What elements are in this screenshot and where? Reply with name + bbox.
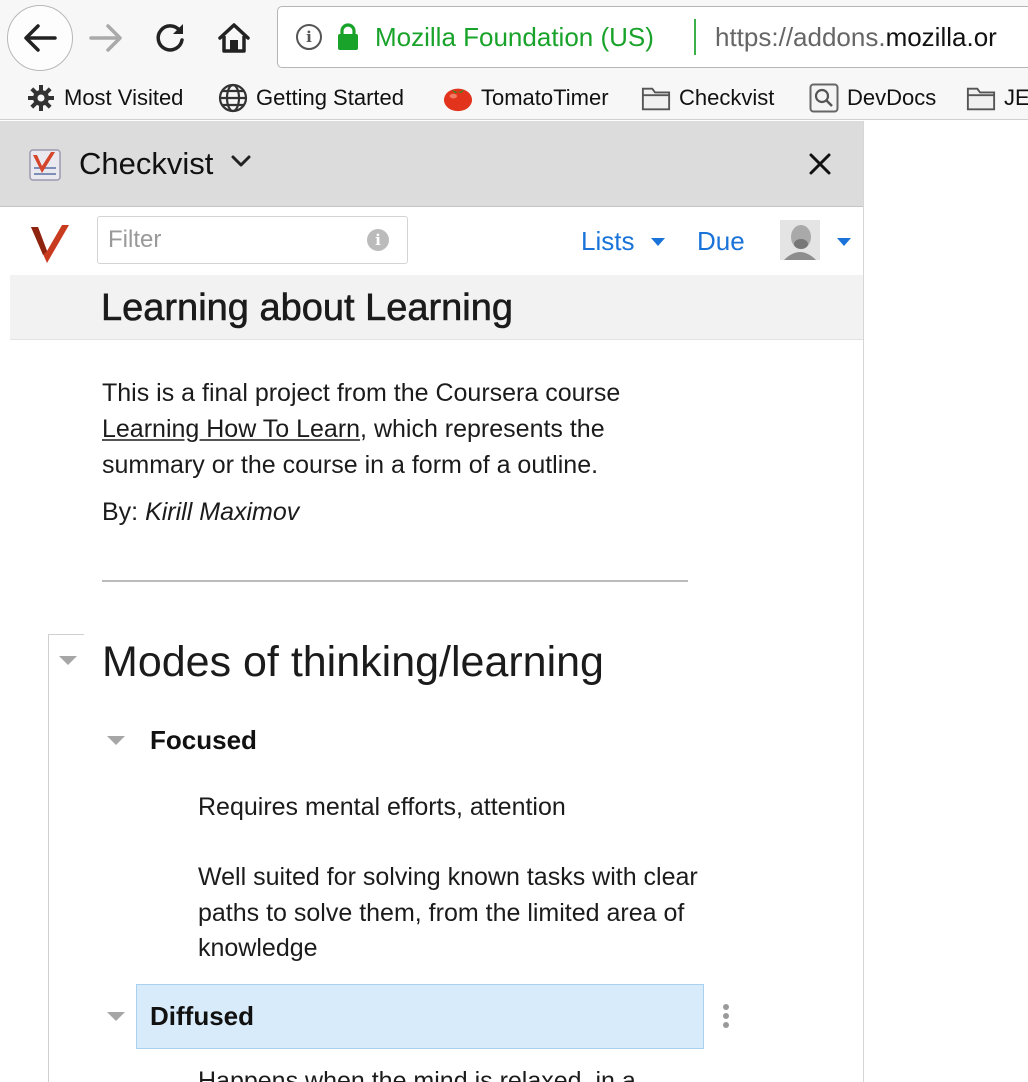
bookmark-checkvist[interactable]: Checkvist — [641, 82, 774, 114]
url-separator — [694, 19, 696, 55]
collapse-triangle-icon[interactable] — [59, 656, 77, 665]
bookmark-label: JE — [1004, 85, 1028, 110]
checkvist-logo[interactable] — [29, 219, 71, 269]
arrow-right-icon — [89, 24, 122, 52]
globe-icon — [218, 83, 248, 113]
outline-note[interactable]: Happens when the mind is relaxed, in a — [198, 1064, 718, 1082]
back-button[interactable] — [7, 5, 73, 71]
outline-item-focused[interactable]: Focused — [150, 725, 257, 756]
outline-heading[interactable]: Modes of thinking/learning — [102, 638, 604, 687]
chevron-down-icon[interactable] — [230, 153, 252, 169]
due-button[interactable]: Due — [697, 226, 745, 257]
user-photo-icon — [780, 220, 820, 260]
outline-bracket — [48, 634, 84, 1082]
description-text: This is a final project from the Courser… — [102, 379, 621, 407]
bookmark-label: DevDocs — [847, 85, 937, 110]
bookmarks-bar: Most Visited Getting Started TomatoTimer — [0, 76, 1028, 120]
bookmark-label: Checkvist — [679, 85, 775, 110]
page-content-area — [863, 121, 1028, 1082]
sidebar-title[interactable]: Checkvist — [79, 146, 213, 182]
filter-input[interactable] — [108, 223, 358, 257]
gear-icon — [26, 83, 56, 113]
sidebar-header: Checkvist — [0, 121, 863, 207]
arrow-left-icon — [24, 24, 57, 52]
by-label: By: — [102, 498, 146, 526]
avatar[interactable] — [780, 220, 820, 260]
course-link[interactable]: Learning How To Learn — [102, 415, 360, 443]
bookmark-getting-started[interactable]: Getting Started — [218, 82, 404, 114]
bookmark-most-visited[interactable]: Most Visited — [26, 82, 183, 114]
info-icon[interactable]: i — [367, 229, 389, 251]
home-icon — [218, 23, 250, 53]
url-text[interactable]: https://addons.mozilla.or — [715, 22, 997, 53]
divider — [102, 580, 688, 582]
checkvist-app-icon — [29, 149, 61, 181]
reload-button[interactable] — [150, 18, 190, 58]
folder-icon — [641, 83, 671, 113]
app-toolbar: i Lists Due — [0, 207, 863, 275]
author-name: Kirill Maximov — [145, 498, 300, 526]
bookmark-tomatotimer[interactable]: TomatoTimer — [443, 82, 609, 114]
collapse-triangle-icon[interactable] — [107, 1012, 125, 1021]
search-box-icon — [809, 83, 839, 113]
outline-note[interactable]: Well suited for solving known tasks with… — [198, 860, 698, 967]
url-prefix: https://addons. — [715, 22, 886, 52]
byline: By: Kirill Maximov — [102, 498, 299, 527]
caret-down-icon[interactable] — [650, 237, 666, 247]
lists-menu-button[interactable]: Lists — [581, 226, 634, 257]
filter-field[interactable]: i — [97, 216, 408, 264]
tomato-icon — [443, 83, 473, 113]
page-title[interactable]: Learning about Learning — [101, 287, 514, 330]
url-bar[interactable]: i Mozilla Foundation (US) https://addons… — [277, 6, 1028, 68]
bookmark-devdocs[interactable]: DevDocs — [809, 82, 936, 114]
more-vertical-icon[interactable] — [720, 1003, 732, 1029]
info-icon[interactable]: i — [296, 24, 322, 50]
site-identity[interactable]: Mozilla Foundation (US) — [375, 22, 654, 53]
outline-item-diffused[interactable]: Diffused — [150, 1001, 254, 1032]
bookmark-label: TomatoTimer — [481, 85, 609, 110]
bookmark-label: Getting Started — [256, 85, 404, 110]
browser-toolbar: i Mozilla Foundation (US) https://addons… — [0, 0, 1028, 76]
list-description: This is a final project from the Courser… — [102, 375, 692, 483]
home-button[interactable] — [214, 18, 254, 58]
outline-note[interactable]: Requires mental efforts, attention — [198, 790, 698, 826]
bookmark-label: Most Visited — [64, 85, 184, 110]
lock-icon[interactable] — [336, 22, 360, 52]
caret-down-icon[interactable] — [836, 237, 852, 247]
forward-button[interactable] — [86, 18, 126, 58]
list-title-bar: Learning about Learning — [10, 275, 863, 340]
close-icon[interactable] — [804, 148, 836, 180]
reload-icon — [156, 24, 184, 52]
folder-icon — [966, 83, 996, 113]
url-domain: mozilla.or — [885, 22, 997, 52]
collapse-triangle-icon[interactable] — [107, 736, 125, 745]
bookmark-je[interactable]: JE — [966, 82, 1028, 114]
